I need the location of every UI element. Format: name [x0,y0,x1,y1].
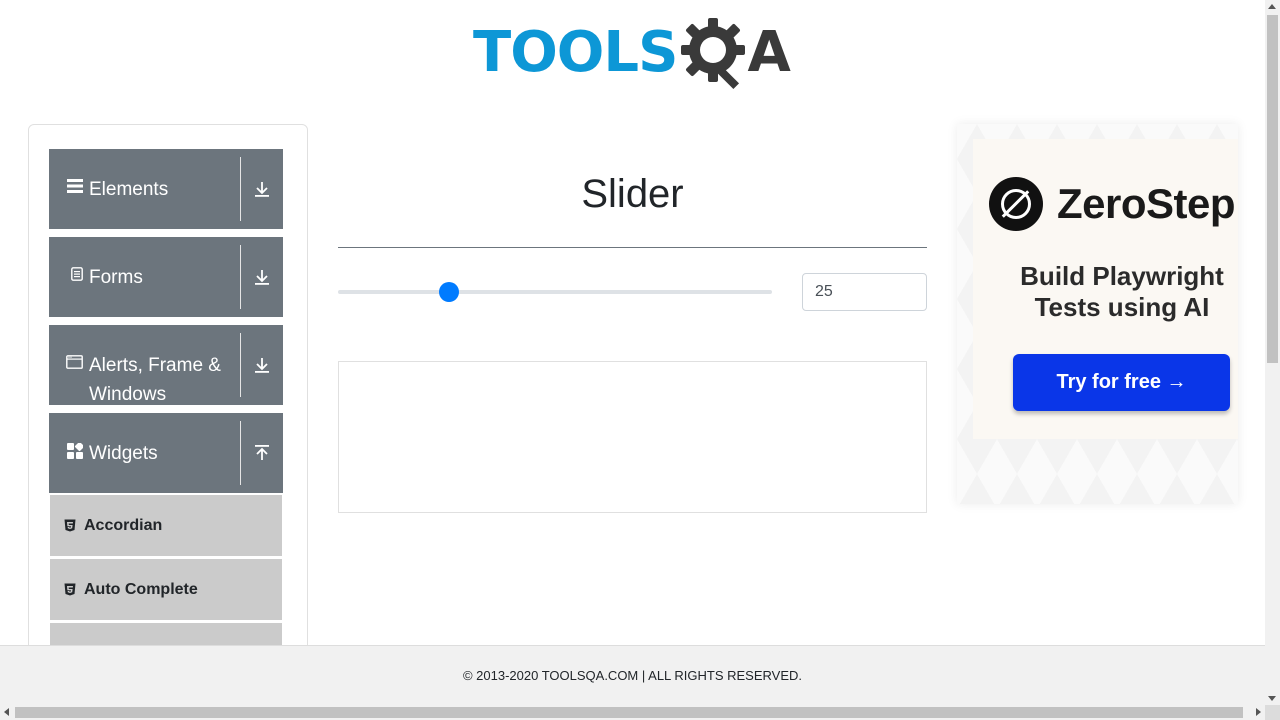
download-arrow-icon[interactable] [240,149,283,229]
title-divider [338,247,927,248]
slider-value-field: 25 [802,273,927,311]
group-forms[interactable]: Forms [49,237,283,317]
vertical-scroll-thumb[interactable] [1267,15,1278,363]
vertical-scrollbar[interactable] [1265,0,1280,705]
zerostep-logo-icon [989,177,1043,231]
menu-item-label: Accordian [84,516,163,534]
horizontal-scrollbar[interactable] [0,705,1265,720]
scroll-down-icon[interactable] [1268,696,1276,701]
group-label: Elements [89,179,169,200]
logo-a-text: A [747,20,790,85]
gear-magnifier-icon [681,18,746,90]
html5-icon [64,583,78,596]
horizontal-scroll-thumb[interactable] [15,707,1243,718]
slider-thumb[interactable] [438,282,459,302]
menu-item-label: Auto Complete [84,580,198,598]
scrollbar-corner [1265,705,1280,720]
page: TOOLS A Elements Forms Alerts, Frame & W… [0,0,1280,720]
document-icon [49,263,89,281]
footer-copyright: © 2013-2020 TOOLSQA.COM | ALL RIGHTS RES… [462,668,803,683]
scroll-up-icon[interactable] [1268,4,1276,9]
group-alerts-frame-windows[interactable]: Alerts, Frame & Windows [49,325,283,405]
group-elements[interactable]: Elements [49,149,283,229]
range-slider[interactable] [338,279,772,305]
hamburger-icon [49,175,89,193]
page-title: Slider [581,172,684,216]
scroll-left-icon[interactable] [4,708,9,716]
menu-item-auto-complete[interactable]: Auto Complete [50,559,282,620]
try-for-free-button[interactable]: Try for free → [1013,354,1230,411]
group-label: Widgets [89,443,158,464]
ad-card: ZeroStep Build Playwright Tests using AI… [973,139,1238,439]
download-arrow-icon[interactable] [240,325,283,405]
group-widgets[interactable]: Widgets [49,413,283,493]
left-sidebar: Elements Forms Alerts, Frame & Windows W… [28,124,308,720]
ad-tagline: Build Playwright Tests using AI [1020,261,1224,322]
ad-brand: ZeroStep [989,177,1236,231]
content-panel [338,361,927,513]
html5-icon [64,519,78,532]
ad-brand-name: ZeroStep [1057,180,1236,227]
group-label: Forms [89,267,143,288]
widgets-icon [49,439,89,459]
scroll-right-icon[interactable] [1256,708,1261,716]
group-label: Alerts, Frame & Windows [89,355,221,405]
advertisement[interactable]: ZeroStep Build Playwright Tests using AI… [957,124,1238,504]
upload-arrow-icon[interactable] [240,413,283,493]
download-arrow-icon[interactable] [240,237,283,317]
toolsqa-logo[interactable]: TOOLS A [473,15,797,91]
window-icon [49,351,89,369]
footer: © 2013-2020 TOOLSQA.COM | ALL RIGHTS RES… [0,645,1265,707]
menu-item-accordian[interactable]: Accordian [50,495,282,556]
slider-track[interactable] [338,290,772,294]
logo-tools-text: TOOLS [473,20,678,85]
